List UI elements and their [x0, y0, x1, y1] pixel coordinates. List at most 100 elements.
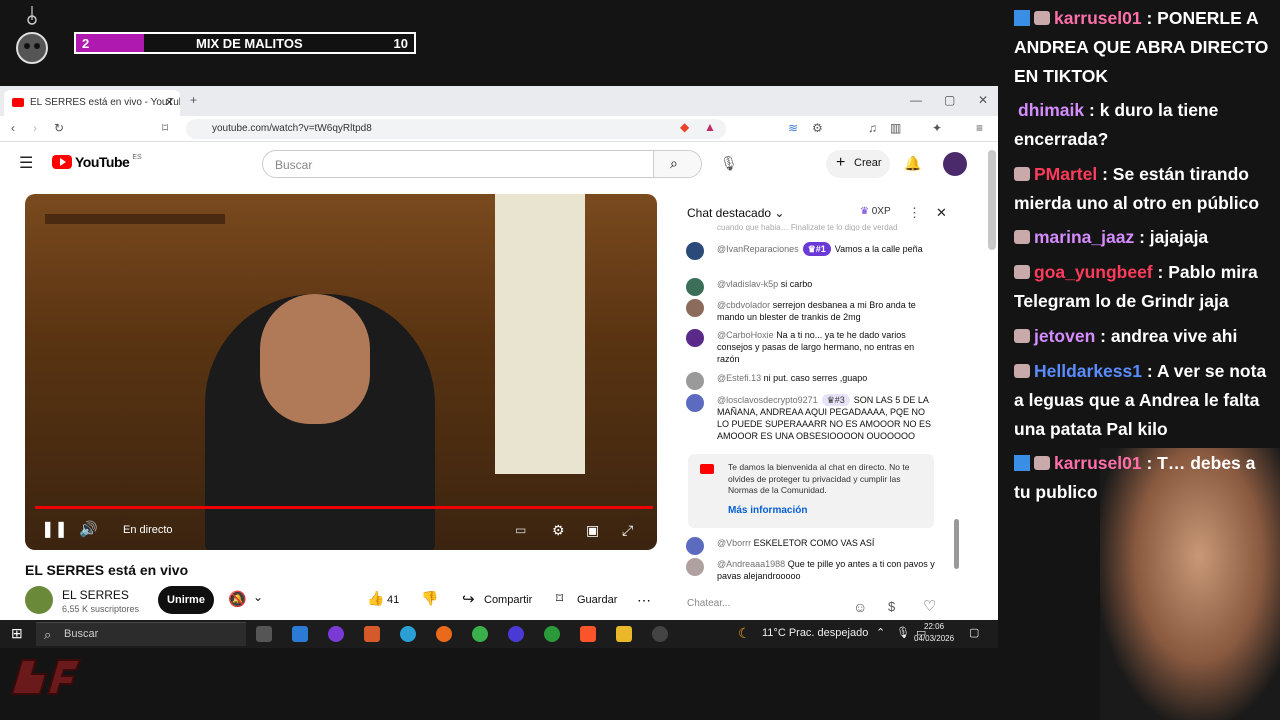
stream-chat-message: jetoven : andrea vive ahi	[1014, 322, 1276, 351]
chevron-down-icon[interactable]: ⌄	[253, 590, 263, 612]
minimize-icon[interactable]: —	[910, 94, 922, 106]
stream-chat-message: karrusel01 : PONERLE A ANDREA QUE ABRA D…	[1014, 8, 1269, 86]
taskbar-search[interactable]: ⌕ Buscar	[36, 622, 246, 646]
user-avatar	[686, 372, 704, 390]
firefox-icon[interactable]	[436, 626, 452, 642]
save-button[interactable]: Guardar	[577, 594, 617, 616]
reload-icon[interactable]: ↻	[54, 122, 64, 134]
channel-name[interactable]: EL SERRES	[62, 588, 129, 602]
pause-icon[interactable]: ❚❚	[41, 522, 68, 538]
more-info-link[interactable]: Más información	[728, 505, 926, 517]
xp-badge[interactable]: ♛ 0XP	[860, 206, 891, 217]
tab-youtube[interactable]: EL SERRES está en vivo - YouTube ✕	[4, 90, 180, 116]
brave-shield-icon[interactable]: ◆	[680, 121, 689, 133]
chat-input[interactable]: Chatear...	[687, 598, 730, 609]
chat-username[interactable]: @Estefi.13	[717, 373, 761, 383]
xbox-icon[interactable]	[544, 626, 560, 642]
url-field[interactable]: youtube.com/watch?v=tW6qyRltpd8	[186, 119, 726, 139]
chat-username[interactable]: @vladislav-k5p	[717, 279, 778, 289]
chat-scrollbar[interactable]	[954, 234, 959, 584]
app-icon[interactable]	[364, 626, 380, 642]
search-button[interactable]: ⌕	[653, 151, 701, 177]
maximize-icon[interactable]: ▢	[944, 94, 955, 106]
theater-icon[interactable]: ▣	[586, 523, 599, 537]
subtitles-icon[interactable]: ▭	[515, 524, 526, 536]
windows-start-icon[interactable]: ⊞	[11, 626, 23, 640]
fullscreen-icon[interactable]: ⤢	[622, 523, 633, 537]
like-icon[interactable]: 👍	[367, 590, 384, 612]
extensions-icon[interactable]: ⚙	[812, 122, 823, 134]
heart-icon[interactable]: ♡	[923, 599, 936, 614]
address-bar: ‹ › ↻ ⌑ youtube.com/watch?v=tW6qyRltpd8 …	[0, 116, 998, 142]
xp-value: 0XP	[871, 206, 891, 217]
telegram-icon[interactable]	[400, 626, 416, 642]
new-tab-icon[interactable]: +	[190, 94, 197, 106]
dislike-icon[interactable]: 👎	[421, 590, 438, 612]
menu-icon[interactable]: ≡	[976, 122, 983, 134]
chat-username[interactable]: @losclavosdecrypto9271	[717, 395, 818, 405]
task-view-icon[interactable]	[256, 626, 272, 642]
channel-avatar[interactable]	[25, 586, 53, 614]
media-player-icon[interactable]	[508, 626, 524, 642]
emoji-icon[interactable]: ☺	[853, 600, 867, 614]
notification-toggle-icon[interactable]: 🔕	[228, 590, 247, 612]
file-explorer-icon[interactable]	[616, 626, 632, 642]
forward-icon[interactable]: ›	[33, 122, 37, 134]
profile-avatar[interactable]	[943, 152, 967, 176]
clock-date[interactable]: 04/03/2026	[914, 634, 954, 643]
viewer-badge-icon	[1014, 329, 1030, 343]
mic-tray-icon[interactable]: 🎙	[896, 626, 910, 639]
twitter-badge-icon	[1014, 10, 1030, 26]
rewards-icon[interactable]: ▲	[704, 121, 716, 133]
sidebar-icon[interactable]: ▥	[890, 122, 901, 134]
close-chat-icon[interactable]: ✕	[936, 206, 947, 219]
video-player[interactable]: ❚❚ 🔊 En directo ▭ ⚙ ▣ ⤢	[25, 194, 657, 550]
super-chat-icon[interactable]: $	[888, 600, 895, 613]
video-controls: ❚❚ 🔊 En directo ▭ ⚙ ▣ ⤢	[25, 514, 657, 550]
share-button[interactable]: Compartir	[484, 594, 532, 616]
chat-username[interactable]: @cbdvolador	[717, 300, 770, 310]
stream-chat-message: goa_yungbeef : Pablo mira Telegram lo de…	[1014, 262, 1258, 311]
share-icon[interactable]: ↪	[462, 590, 475, 612]
settings-gear-icon[interactable]: ⚙	[552, 523, 565, 537]
notifications-bell-icon[interactable]: 🔔	[904, 156, 921, 170]
hamburger-icon[interactable]: ☰	[19, 156, 33, 172]
chat-username[interactable]: @CarboHoxie	[717, 330, 774, 340]
back-icon[interactable]: ‹	[11, 122, 15, 134]
bookmark-icon[interactable]: ⌑	[162, 122, 168, 134]
stream-watermark-logo	[6, 650, 86, 706]
store-icon[interactable]	[292, 626, 308, 642]
leo-icon[interactable]: ✦	[932, 122, 942, 134]
youtube-logo[interactable]: YouTube ES	[52, 154, 142, 170]
join-button[interactable]: Unirme	[158, 586, 214, 614]
search-box[interactable]: Buscar ⌕	[262, 150, 702, 178]
chat-username[interactable]: @Andreaaa1988	[717, 559, 785, 569]
page-scrollbar[interactable]	[988, 150, 996, 250]
brave-icon[interactable]	[580, 626, 596, 642]
audio-icon[interactable]: ≋	[788, 122, 798, 134]
chat-username[interactable]: @Vborrr	[717, 538, 751, 548]
close-window-icon[interactable]: ✕	[978, 94, 988, 106]
chat-message: @Estefi.13 ni put. caso serres ,guapo	[686, 372, 936, 390]
chat-more-icon[interactable]: ⋮	[908, 206, 921, 219]
video-progress-bar[interactable]	[35, 506, 653, 509]
search-input[interactable]: Buscar	[275, 158, 312, 172]
close-tab-icon[interactable]: ✕	[165, 96, 174, 109]
weather-text[interactable]: 11°C Prac. despejado	[762, 627, 868, 639]
mic-icon[interactable]: 🎙	[720, 156, 738, 170]
youtube-favicon-icon	[12, 98, 24, 107]
chat-mode-dropdown[interactable]: Chat destacado ⌄	[687, 206, 784, 220]
clock-time[interactable]: 22:06	[924, 622, 944, 631]
notification-center-icon[interactable]: ▢	[969, 626, 979, 639]
obs-icon[interactable]	[652, 626, 668, 642]
more-options-icon[interactable]: ⋯	[637, 592, 651, 614]
save-icon[interactable]: ⌑	[556, 590, 563, 612]
chrome-icon[interactable]	[472, 626, 488, 642]
volume-icon[interactable]: 🔊	[79, 522, 98, 537]
tray-chevron-icon[interactable]: ⌃	[876, 626, 885, 639]
app-icon[interactable]	[328, 626, 344, 642]
user-avatar	[686, 329, 704, 347]
create-button[interactable]: + Crear	[826, 150, 890, 178]
music-icon[interactable]: ♫	[868, 122, 877, 134]
chat-username[interactable]: @IvanReparaciones	[717, 244, 799, 254]
